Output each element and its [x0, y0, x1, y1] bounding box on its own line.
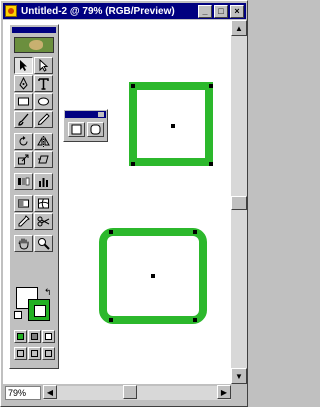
rotate-icon — [19, 136, 28, 146]
pen-tool[interactable] — [14, 75, 33, 92]
square-shape-button[interactable] — [68, 122, 85, 137]
square-icon — [71, 124, 82, 135]
rectangle-icon — [18, 97, 29, 106]
anchor-point[interactable] — [131, 162, 135, 166]
reflect-tool[interactable] — [34, 133, 53, 150]
scroll-up-button[interactable]: ▲ — [231, 20, 247, 36]
rotate-tool[interactable] — [14, 133, 33, 150]
horizontal-scroll-thumb[interactable] — [123, 385, 137, 399]
type-tool[interactable] — [34, 75, 53, 92]
anchor-point[interactable] — [193, 230, 197, 234]
horizontal-scrollbar[interactable]: ◀ ▶ — [43, 385, 231, 400]
direct-selection-tool[interactable] — [34, 57, 53, 74]
eyedropper-icon — [18, 215, 30, 227]
mini-palette-close-button[interactable] — [98, 112, 104, 117]
reflect-icon — [37, 136, 50, 147]
app-icon[interactable] — [5, 5, 17, 17]
anchor-point[interactable] — [131, 84, 135, 88]
scroll-down-button[interactable]: ▼ — [231, 368, 247, 384]
magnifier-icon — [38, 238, 50, 250]
center-point — [151, 274, 155, 278]
rounded-rectangle-shape-button[interactable] — [87, 122, 104, 137]
pencil-icon — [37, 113, 50, 126]
title-bar[interactable]: Untitled-2 @ 79% (RGB/Preview) _ □ × — [3, 3, 246, 19]
blend-tool[interactable] — [14, 173, 33, 190]
minimize-button[interactable]: _ — [198, 4, 212, 18]
scissors-tool[interactable] — [34, 213, 53, 230]
vertical-scrollbar[interactable]: ▲ ▼ — [231, 20, 247, 384]
mesh-tool[interactable] — [34, 195, 53, 212]
status-bar: 79% ◀ ▶ — [3, 385, 247, 401]
stroke-color-swatch[interactable] — [28, 299, 50, 321]
illustrator-logo — [14, 37, 54, 53]
shear-tool[interactable] — [34, 151, 53, 168]
anchor-point[interactable] — [109, 230, 113, 234]
graph-tool[interactable] — [34, 173, 53, 190]
color-mode-button[interactable] — [14, 330, 27, 343]
center-point — [171, 124, 175, 128]
anchor-point[interactable] — [209, 162, 213, 166]
rectangle-tool[interactable] — [14, 93, 33, 110]
brush-icon — [18, 113, 29, 126]
full-screen-menu-mode-button[interactable] — [28, 347, 41, 360]
scale-icon — [18, 154, 29, 165]
pen-icon — [19, 77, 28, 90]
window-title: Untitled-2 @ 79% (RGB/Preview) — [21, 5, 175, 17]
ellipse-tool[interactable] — [34, 93, 53, 110]
green-rounded-rectangle-shape[interactable] — [99, 228, 207, 324]
bar-graph-icon — [39, 178, 48, 187]
scale-tool[interactable] — [14, 151, 33, 168]
green-square-shape[interactable] — [129, 82, 213, 166]
toolbox-palette: ↰ — [9, 24, 59, 369]
ellipse-icon — [38, 97, 49, 106]
selection-tool[interactable] — [14, 57, 33, 74]
full-screen-mode-button[interactable] — [42, 347, 55, 360]
blend-icon — [18, 177, 30, 186]
hollow-arrow-icon — [39, 59, 49, 72]
scissors-icon — [37, 216, 50, 227]
none-mode-button[interactable] — [42, 330, 55, 343]
gradient-mode-button[interactable] — [28, 330, 41, 343]
zoom-tool[interactable] — [34, 235, 53, 252]
default-colors-icon[interactable] — [14, 311, 22, 319]
swap-fill-stroke-icon[interactable]: ↰ — [44, 287, 52, 298]
anchor-point[interactable] — [193, 318, 197, 322]
zoom-level-field[interactable]: 79% — [5, 386, 41, 400]
scroll-left-button[interactable]: ◀ — [43, 385, 57, 399]
mesh-icon — [38, 198, 49, 209]
vertical-scroll-thumb[interactable] — [231, 196, 247, 210]
gradient-icon — [18, 199, 29, 208]
hand-tool[interactable] — [14, 235, 33, 252]
mini-palette-title-bar[interactable] — [65, 111, 106, 118]
rounded-rectangle-icon — [90, 124, 101, 135]
hand-icon — [18, 238, 29, 250]
floating-tool-palette — [63, 109, 108, 142]
standard-screen-mode-button[interactable] — [14, 347, 27, 360]
close-button[interactable]: × — [230, 4, 244, 18]
type-t-icon — [38, 78, 49, 90]
scroll-right-button[interactable]: ▶ — [217, 385, 231, 399]
anchor-point[interactable] — [209, 84, 213, 88]
pencil-tool[interactable] — [34, 111, 53, 128]
fill-stroke-controls: ↰ — [14, 285, 56, 323]
gradient-tool[interactable] — [14, 195, 33, 212]
anchor-point[interactable] — [109, 318, 113, 322]
shear-icon — [38, 155, 49, 164]
eyedropper-tool[interactable] — [14, 213, 33, 230]
arrow-icon — [20, 60, 27, 71]
maximize-button[interactable]: □ — [214, 4, 228, 18]
toolbox-title-bar[interactable] — [12, 27, 56, 33]
paintbrush-tool[interactable] — [14, 111, 33, 128]
